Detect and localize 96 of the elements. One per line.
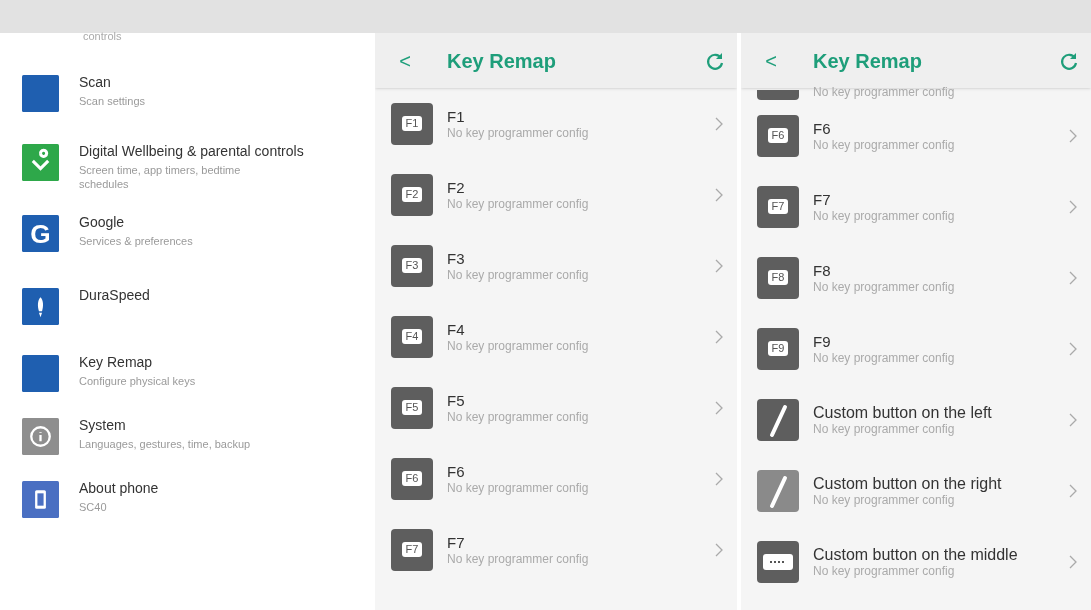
chevron-right-icon	[1069, 341, 1077, 356]
key-icon	[757, 90, 799, 100]
settings-item[interactable]: System Languages, gestures, time, backup	[22, 416, 375, 455]
chevron-right-icon	[1069, 483, 1077, 498]
row-title: F7	[447, 532, 466, 552]
item-title: Key Remap	[79, 353, 154, 372]
item-subtitle: Services & preferences	[79, 234, 194, 248]
slash-icon	[757, 469, 799, 512]
key-label: F6	[767, 128, 789, 143]
key-row[interactable]: F7 F7 No key programmer config	[375, 514, 737, 585]
key-label: F8	[767, 270, 789, 285]
key-row[interactable]: F6 F6 No key programmer config	[375, 443, 737, 514]
item-subtitle: Screen time, app timers, bedtime schedules	[79, 163, 242, 191]
item-title: Google	[79, 213, 126, 232]
row-title: Custom button on the right	[813, 473, 1003, 493]
settings-item[interactable]: Digital Wellbeing & parental controls Screen time, app timers, bedtime schedules	[22, 142, 375, 191]
settings-item[interactable]: G Google Services & preferences	[22, 213, 375, 252]
key-label: F6	[401, 471, 423, 486]
row-subtitle: No key programmer config	[813, 208, 956, 224]
row-subtitle: No key programmer config	[447, 196, 590, 212]
chevron-right-icon	[715, 400, 723, 415]
key-row[interactable]: Custom button on the right No key programmer config	[741, 455, 1091, 526]
row-title: F6	[447, 461, 466, 481]
key-label: F2	[401, 187, 423, 202]
row-subtitle: No key programmer config	[813, 421, 956, 437]
item-title: Scan	[79, 73, 112, 92]
settings-item[interactable]: Scan Scan settings	[22, 73, 375, 112]
slash-icon	[757, 398, 799, 441]
key-label: F4	[401, 329, 423, 344]
chevron-right-icon	[1069, 199, 1077, 214]
row-title: F6	[813, 118, 832, 138]
key-row[interactable]: Custom button on the left No key programmer config	[741, 384, 1091, 455]
settings-item[interactable]: Key Remap Configure physical keys	[22, 353, 375, 392]
chevron-right-icon	[715, 258, 723, 273]
item-subtitle: Languages, gestures, time, backup	[79, 437, 252, 451]
settings-item[interactable]: DuraSpeed	[22, 286, 375, 325]
row-title: F4	[447, 319, 466, 339]
screen-title: Key Remap	[813, 48, 923, 74]
row-title: F2	[447, 177, 466, 197]
row-subtitle: No key programmer config	[813, 492, 956, 508]
chevron-right-icon	[1069, 554, 1077, 569]
key-label: F9	[767, 341, 789, 356]
item-title: DuraSpeed	[79, 286, 151, 305]
settings-icon: G	[22, 215, 59, 252]
row-title: Custom button on the left	[813, 402, 993, 422]
row-subtitle: No key programmer config	[447, 409, 590, 425]
item-subtitle: Configure physical keys	[79, 374, 197, 388]
row-subtitle: No key programmer config	[447, 125, 590, 141]
item-title: About phone	[79, 479, 160, 498]
key-label: F7	[401, 542, 423, 557]
key-label: F1	[401, 116, 423, 131]
chevron-right-icon	[1069, 412, 1077, 427]
row-title: F3	[447, 248, 466, 268]
item-title: System	[79, 416, 127, 435]
row-subtitle: No key programmer config	[813, 563, 956, 579]
settings-item[interactable]: About phone SC40	[22, 479, 375, 518]
row-subtitle: No key programmer config	[813, 85, 956, 100]
row-subtitle: No key programmer config	[447, 551, 590, 567]
chevron-right-icon	[1069, 270, 1077, 285]
chevron-right-icon	[1069, 128, 1077, 143]
dots-key-icon	[757, 540, 799, 583]
key-label: F5	[401, 400, 423, 415]
key-row[interactable]: F2 F2 No key programmer config	[375, 159, 737, 230]
key-row[interactable]: F6 F6 No key programmer config	[741, 100, 1091, 171]
row-subtitle: No key programmer config	[813, 350, 956, 366]
row-title: F8	[813, 260, 832, 280]
row-title: Custom button on the middle	[813, 544, 1019, 564]
key-row[interactable]: F4 F4 No key programmer config	[375, 301, 737, 372]
key-label: F7	[767, 199, 789, 214]
key-row[interactable]: F1 F1 No key programmer config	[375, 88, 737, 159]
row-title: F9	[813, 331, 832, 351]
key-row[interactable]: F9 F9 No key programmer config	[741, 313, 1091, 384]
key-row[interactable]: F5 F5 No key programmer config	[375, 372, 737, 443]
chevron-right-icon	[715, 187, 723, 202]
chevron-right-icon	[715, 471, 723, 486]
row-title: F5	[447, 390, 466, 410]
row-subtitle: No key programmer config	[813, 279, 956, 295]
chevron-right-icon	[715, 329, 723, 344]
row-title: F7	[813, 189, 832, 209]
item-subtitle: Scan settings	[79, 94, 147, 108]
row-subtitle: No key programmer config	[447, 480, 590, 496]
row-title: F1	[447, 106, 466, 126]
item-title: Digital Wellbeing & parental controls	[79, 142, 305, 161]
row-subtitle: No key programmer config	[813, 137, 956, 153]
row-subtitle: No key programmer config	[447, 338, 590, 354]
chevron-right-icon	[715, 116, 723, 131]
row-subtitle: No key programmer config	[447, 267, 590, 283]
key-row[interactable]: F3 F3 No key programmer config	[375, 230, 737, 301]
chevron-right-icon	[715, 542, 723, 557]
key-row[interactable]: F7 F7 No key programmer config	[741, 171, 1091, 242]
key-row[interactable]: Custom button on the middle No key programmer config	[741, 526, 1091, 597]
item-subtitle: controls	[82, 31, 123, 44]
item-subtitle: SC40	[79, 500, 108, 514]
screen-title: Key Remap	[447, 48, 557, 74]
key-row[interactable]: F8 F8 No key programmer config	[741, 242, 1091, 313]
key-label: F3	[401, 258, 423, 273]
